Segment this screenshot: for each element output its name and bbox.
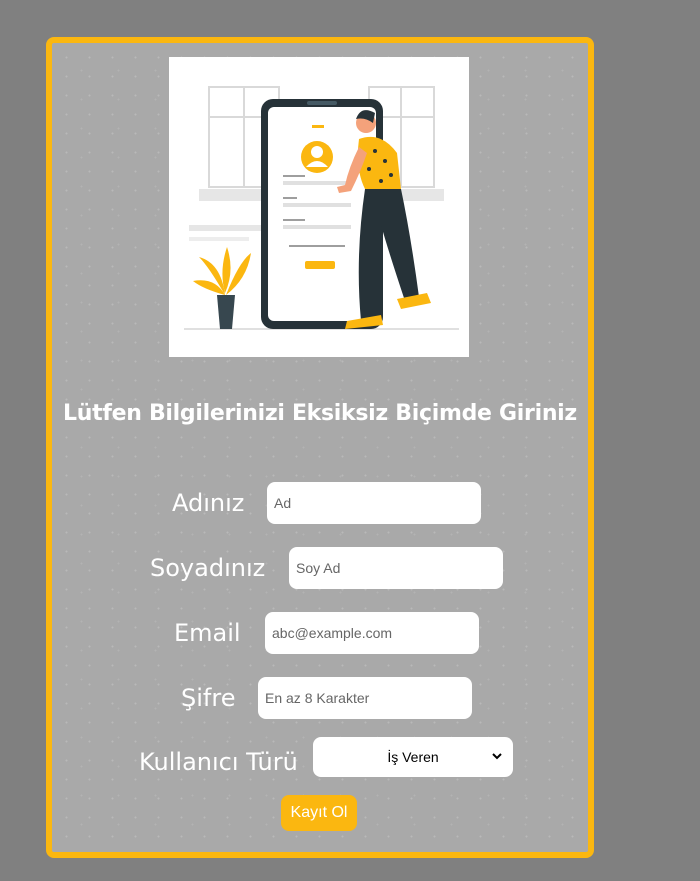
chevron-down-icon	[492, 753, 502, 760]
email-input[interactable]	[265, 612, 479, 654]
form-title: Lütfen Bilgilerinizi Eksiksiz Biçimde Gi…	[63, 401, 577, 426]
mobile-signup-illustration-icon	[184, 86, 459, 330]
password-input[interactable]	[258, 677, 472, 719]
registration-card: Lütfen Bilgilerinizi Eksiksiz Biçimde Gi…	[46, 37, 594, 858]
register-button[interactable]: Kayıt Ol	[281, 795, 357, 831]
last-name-label: Soyadınız	[150, 554, 266, 582]
last-name-input[interactable]	[289, 547, 503, 589]
user-type-selected-value: İş Veren	[387, 749, 439, 765]
signup-illustration	[169, 57, 469, 357]
first-name-input[interactable]	[267, 482, 481, 524]
first-name-label: Adınız	[172, 489, 245, 517]
user-type-label: Kullanıcı Türü	[139, 748, 298, 776]
email-label: Email	[174, 619, 241, 647]
user-type-select[interactable]: İş Veren	[313, 737, 513, 777]
password-label: Şifre	[181, 684, 236, 712]
